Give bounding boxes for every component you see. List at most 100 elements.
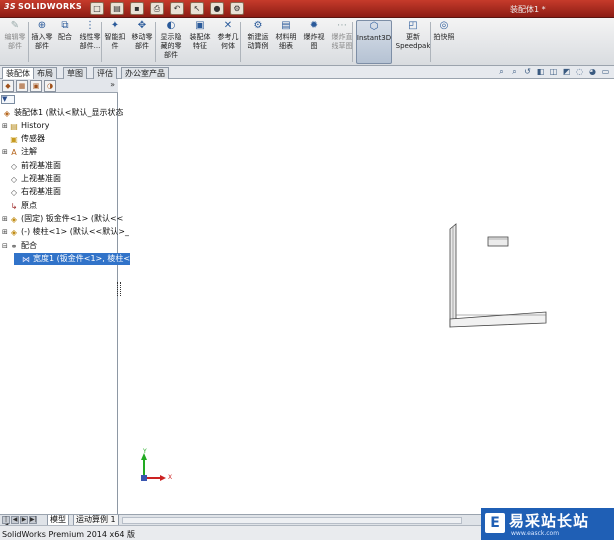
undo-icon[interactable]: ↶	[170, 2, 184, 15]
tab-evaluate[interactable]: 评估	[93, 67, 117, 79]
tree-item-label: 配合	[21, 241, 37, 250]
hide-show-icon[interactable]: ◌	[575, 67, 584, 77]
feature-tree-tab-icon[interactable]: ◆	[2, 80, 14, 92]
display-style-icon[interactable]: ◩	[562, 67, 571, 77]
panel-expand-icon[interactable]: »	[110, 80, 115, 89]
zoom-to-fit-icon[interactable]: ⌕	[497, 67, 506, 77]
rebuild-icon[interactable]: ●	[210, 2, 224, 15]
expand-toggle-icon[interactable]: ⊞	[2, 213, 9, 225]
new-document-icon[interactable]: □	[90, 2, 104, 15]
cmd-linear-pattern-button[interactable]: ⋮ 线性零 部件...	[78, 20, 102, 64]
cmd-label: 特征	[193, 42, 207, 50]
tree-item-label: (-) 棱柱<1> (默认<<默认>_	[21, 227, 129, 236]
tab-sketch[interactable]: 草图	[63, 67, 87, 79]
property-manager-tab-icon[interactable]: ▦	[16, 80, 28, 92]
tree-item[interactable]: ⊞ ◈ (-) 棱柱<1> (默认<<默认>_	[2, 226, 129, 238]
cmd-mate-button[interactable]: ⧉ 配合	[56, 20, 74, 64]
tab-layout[interactable]: 布局	[33, 67, 57, 79]
cmd-label: 装配体	[189, 33, 211, 41]
speedpak-icon: ◰	[408, 20, 418, 31]
last-tab-icon[interactable]: ▶|	[29, 516, 37, 524]
expand-toggle-icon[interactable]: ⊞	[2, 146, 9, 158]
cmd-smart-fastener-button[interactable]: ✦ 智能扣件	[104, 20, 126, 64]
zoom-area-icon[interactable]: ⌕	[510, 67, 519, 77]
move-component-icon: ✥	[137, 20, 147, 31]
tree-item-label: (固定) 钣金件<1> (默认<<	[21, 214, 124, 223]
watermark-url: www.easck.com	[511, 530, 560, 537]
cmd-edit-component-button[interactable]: ✎ 编辑零 部件	[3, 20, 27, 64]
tree-item[interactable]: ◇ 前视基准面	[2, 160, 61, 172]
tree-item[interactable]: ◇ 右视基准面	[2, 186, 61, 198]
tree-item[interactable]: ⊞ A 注解	[2, 146, 37, 158]
cmd-reference-geometry-button[interactable]: ✕ 参考几 何体	[216, 20, 240, 64]
cmd-label: 件	[111, 42, 119, 50]
tab-assembly[interactable]: 装配体	[2, 67, 34, 79]
cmd-label: 拍快照	[433, 33, 455, 41]
scene-icon[interactable]: ▭	[601, 67, 610, 77]
options-icon[interactable]: ⚙	[230, 2, 244, 15]
cmd-label: 配合	[58, 33, 72, 41]
expand-toggle-icon[interactable]: ⊞	[2, 120, 9, 132]
cmd-move-component-button[interactable]: ✥ 移动零 部件	[130, 20, 154, 64]
tree-item[interactable]: ⊟ ⚭ 配合	[2, 240, 37, 252]
tree-item[interactable]: ⊞ ◈ (固定) 钣金件<1> (默认<<	[2, 213, 123, 225]
plane-icon: ◇	[10, 161, 18, 171]
tree-item[interactable]: ⋈ 宽度1 (钣金件<1>, 棱柱<	[14, 253, 131, 265]
bom-icon: ▤	[281, 20, 291, 31]
cmd-speedpak-button[interactable]: ◰ 更新 Speedpak	[395, 20, 431, 64]
cmd-motion-study-button[interactable]: ⚙ 新建运 动算例	[246, 20, 270, 64]
open-icon[interactable]: ▤	[110, 2, 124, 15]
cmd-explode-line-button[interactable]: ⋯ 爆炸直 线草图	[330, 20, 354, 64]
tree-item-label: History	[21, 121, 50, 130]
smart-fastener-icon: ✦	[110, 20, 120, 31]
snapshot-icon: ◎	[439, 20, 449, 31]
expand-toggle-icon[interactable]: ⊞	[2, 226, 9, 238]
cmd-label: Speedpak	[395, 42, 431, 50]
next-tab-icon[interactable]: ▶	[20, 516, 28, 524]
cmd-label: 显示隐	[160, 33, 182, 41]
previous-view-icon[interactable]: ↺	[523, 67, 532, 77]
mate-icon: ⧉	[61, 20, 69, 31]
cmd-insert-component-button[interactable]: ⊕ 插入零 部件	[31, 20, 53, 64]
view-orientation-icon[interactable]: ◫	[549, 67, 558, 77]
cmd-instant3d-button[interactable]: ⬡ Instant3D	[356, 20, 392, 64]
cmd-label: 线性零	[79, 33, 101, 41]
app-logo[interactable]: 3S SOLIDWORKS	[4, 2, 82, 11]
cmd-label: 部件	[8, 42, 22, 50]
cmd-show-hidden-button[interactable]: ◐ 显示隐 藏的零 部件	[159, 20, 183, 64]
plane-icon: ◇	[10, 187, 18, 197]
toolbar-separator	[352, 22, 353, 62]
graphics-area[interactable]	[118, 79, 614, 514]
assembly-feature-icon: ▣	[195, 20, 205, 31]
cmd-exploded-view-button[interactable]: ✹ 爆炸视图	[302, 20, 326, 64]
tab-office-products[interactable]: 办公室产品	[121, 67, 169, 79]
triad-y-label: Y	[143, 448, 147, 455]
cmd-label: 更新	[406, 33, 420, 41]
cmd-label: 插入零	[31, 33, 53, 41]
cmd-snapshot-button[interactable]: ◎ 拍快照	[433, 20, 455, 64]
tree-item[interactable]: ◇ 上视基准面	[2, 173, 61, 185]
cmd-assembly-feature-button[interactable]: ▣ 装配体 特征	[188, 20, 212, 64]
select-icon[interactable]: ↖	[190, 2, 204, 15]
display-manager-tab-icon[interactable]: ◑	[44, 80, 56, 92]
filter-icon[interactable]: ▼	[1, 95, 15, 104]
tree-root[interactable]: ◈ 装配体1 (默认<默认_显示状态	[2, 107, 124, 119]
show-hidden-icon: ◐	[166, 20, 176, 31]
cmd-label: 移动零	[131, 33, 153, 41]
horizontal-scrollbar[interactable]	[122, 517, 462, 524]
tree-item-label: 右视基准面	[21, 187, 61, 196]
save-icon[interactable]: ▪	[130, 2, 144, 15]
tree-item-label: 注解	[21, 147, 37, 156]
cmd-bom-button[interactable]: ▤ 材料明 细表	[274, 20, 298, 64]
prev-tab-icon[interactable]: ◀	[11, 516, 19, 524]
expand-toggle-icon[interactable]: ⊟	[2, 240, 9, 252]
first-tab-icon[interactable]: |◀	[2, 516, 10, 529]
print-icon[interactable]: ⎙	[150, 2, 164, 15]
tree-item[interactable]: ↳ 原点	[2, 200, 37, 212]
config-manager-tab-icon[interactable]: ▣	[30, 80, 42, 92]
tree-item[interactable]: ⊞ ▤ History	[2, 120, 49, 132]
section-view-icon[interactable]: ◧	[536, 67, 545, 77]
appearance-icon[interactable]: ◕	[588, 67, 597, 77]
tree-item-label: 宽度1 (钣金件<1>, 棱柱<	[33, 254, 131, 263]
tree-item[interactable]: ▣ 传感器	[2, 133, 45, 145]
